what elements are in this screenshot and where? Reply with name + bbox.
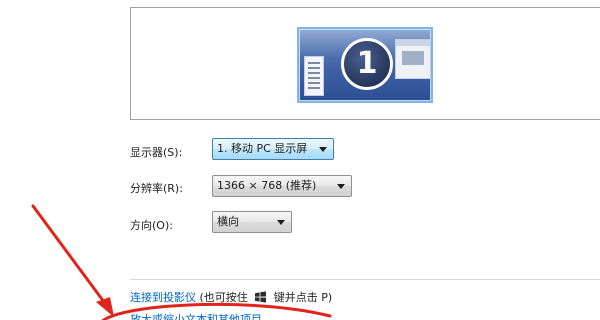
display-select[interactable]: 1. 移动 PC 显示屏 — [212, 138, 334, 160]
projector-hint-suffix: 键并点击 P) — [273, 291, 333, 304]
display-select-value: 1. 移动 PC 显示屏 — [217, 142, 308, 155]
projector-hint-line: 连接到投影仪 (也可按住 键并点击 P) — [130, 289, 332, 306]
enlarge-text-link[interactable]: 放大或缩小文本和其他项目 — [130, 311, 262, 320]
projector-hint-prefix: (也可按住 — [199, 291, 248, 304]
orientation-label: 方向(O): — [130, 219, 173, 232]
resolution-label: 分辨率(R): — [130, 182, 183, 195]
annotation-arrow-shaft — [31, 204, 109, 308]
resolution-select[interactable]: 1366 × 768 (推荐) — [212, 175, 352, 197]
monitor-number-badge: 1 — [341, 38, 393, 90]
resolution-select-value: 1366 × 768 (推荐) — [217, 179, 317, 192]
windows-logo-icon — [254, 291, 267, 306]
screen-resolution-panel: 1 显示器(S): 1. 移动 PC 显示屏 分辨率(R): 1366 × 76… — [0, 0, 600, 320]
mini-window-icon — [304, 56, 324, 96]
chevron-down-icon — [319, 147, 327, 152]
connect-projector-link[interactable]: 连接到投影仪 — [130, 291, 196, 304]
annotation-arrow-head — [96, 297, 114, 317]
chevron-down-icon — [277, 220, 285, 225]
orientation-select[interactable]: 横向 — [212, 211, 292, 233]
display-label: 显示器(S): — [130, 146, 183, 159]
monitor-1-tile[interactable]: 1 — [297, 27, 433, 103]
orientation-select-value: 横向 — [217, 215, 239, 228]
section-divider — [130, 279, 600, 280]
chevron-down-icon — [337, 184, 345, 189]
mini-window-icon — [395, 39, 431, 79]
